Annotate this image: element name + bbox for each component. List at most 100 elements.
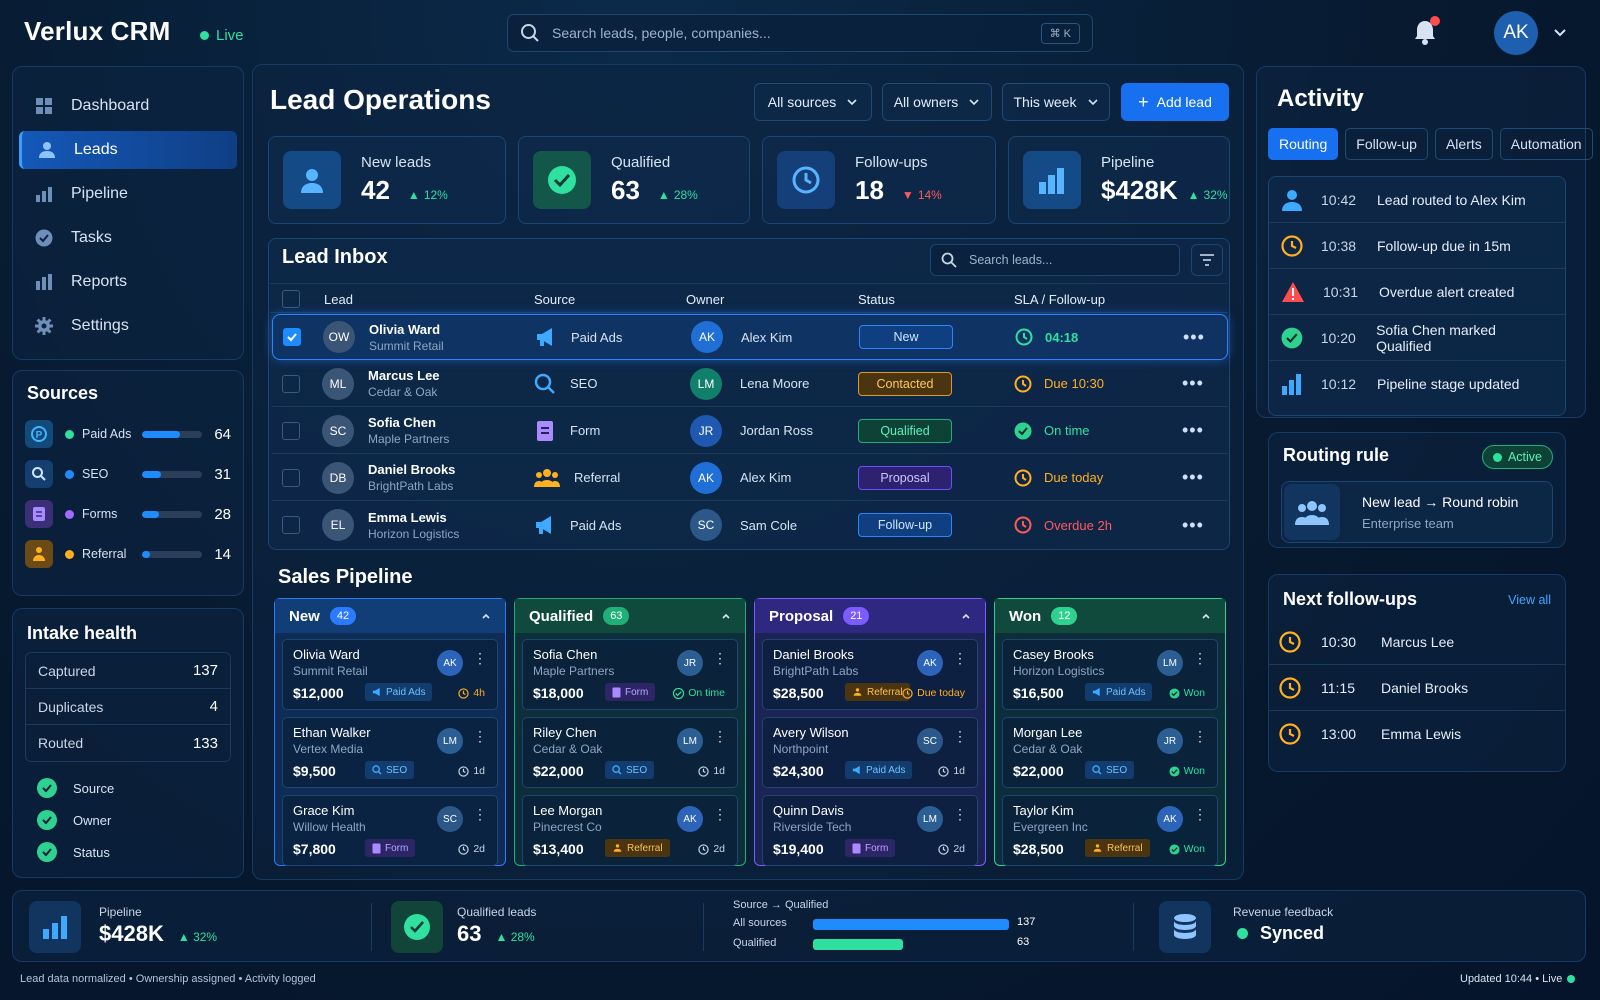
inbox-filter-button[interactable] <box>1191 244 1223 276</box>
sidebar-item-leads[interactable]: Leads <box>19 131 237 169</box>
status-badge[interactable]: Proposal <box>858 465 952 490</box>
add-lead-button[interactable]: + Add lead <box>1121 83 1229 121</box>
column-header[interactable]: Lead <box>324 292 353 307</box>
more-vertical-icon[interactable]: ⋮ <box>1193 728 1207 745</box>
lead-name[interactable]: Olivia Ward <box>369 322 440 337</box>
status-badge[interactable]: Contacted <box>858 371 952 396</box>
sidebar-item-pipeline[interactable]: Pipeline <box>19 175 237 213</box>
sidebar-item-settings[interactable]: Settings <box>19 307 237 345</box>
chevron-up-icon[interactable] <box>1201 611 1211 621</box>
activity-item[interactable]: 10:38 Follow-up due in 15m <box>1269 223 1565 269</box>
deal-card[interactable]: Lee Morgan Pinecrest Co $13,400 AK ⋮ Referral… <box>522 795 738 866</box>
row-more-icon[interactable]: ••• <box>1182 502 1204 548</box>
followup-item[interactable]: 10:30 Marcus Lee <box>1269 619 1565 665</box>
status-badge[interactable]: New <box>859 325 953 349</box>
deal-card[interactable]: Olivia Ward Summit Retail $12,000 AK ⋮ Paid A… <box>282 639 498 710</box>
lead-name[interactable]: Emma Lewis <box>368 510 447 525</box>
sidebar-item-dashboard[interactable]: Dashboard <box>19 87 237 125</box>
view-all-link[interactable]: View all <box>1508 593 1551 607</box>
deal-card[interactable]: Grace Kim Willow Health $7,800 SC ⋮ Form 2d <box>282 795 498 866</box>
activity-item[interactable]: 10:12 Pipeline stage updated <box>1269 361 1565 407</box>
activity-item[interactable]: 10:42 Lead routed to Alex Kim <box>1269 177 1565 223</box>
activity-item[interactable]: 10:20 Sofia Chen marked Qualified <box>1269 315 1565 361</box>
user-avatar[interactable]: AK <box>1494 11 1538 55</box>
source-row-referral[interactable]: Referral 14 <box>13 534 243 574</box>
deal-card[interactable]: Taylor Kim Evergreen Inc $28,500 AK ⋮ Referra… <box>1002 795 1218 866</box>
deal-card[interactable]: Daniel Brooks BrightPath Labs $28,500 AK ⋮ Re… <box>762 639 978 710</box>
row-checkbox[interactable] <box>282 516 300 534</box>
table-row[interactable]: SC Sofia Chen Maple Partners Form JR Jorda… <box>272 408 1228 454</box>
more-vertical-icon[interactable]: ⋮ <box>713 650 727 667</box>
table-row[interactable]: ML Marcus Lee Cedar & Oak SEO LM Lena Moor… <box>272 361 1228 407</box>
status-badge[interactable]: Follow-up <box>858 513 952 537</box>
more-vertical-icon[interactable]: ⋮ <box>953 728 967 745</box>
activity-item[interactable]: 10:31 Overdue alert created <box>1269 269 1565 315</box>
row-checkbox[interactable] <box>282 374 300 393</box>
filter-owners[interactable]: All owners <box>882 83 992 121</box>
deal-card[interactable]: Casey Brooks Horizon Logistics $16,500 LM ⋮ P… <box>1002 639 1218 710</box>
deal-card[interactable]: Quinn Davis Riverside Tech $19,400 LM ⋮ Form 2… <box>762 795 978 866</box>
filter-date-range[interactable]: This week <box>1002 83 1110 121</box>
more-vertical-icon[interactable]: ⋮ <box>1193 650 1207 667</box>
pipeline-column-header[interactable]: Qualified 63 <box>515 599 745 633</box>
more-vertical-icon[interactable]: ⋮ <box>1193 806 1207 823</box>
source-row-seo[interactable]: SEO 31 <box>13 454 243 494</box>
lead-name[interactable]: Daniel Brooks <box>368 462 455 477</box>
column-header[interactable]: Owner <box>686 292 724 307</box>
lead-name[interactable]: Marcus Lee <box>368 368 440 383</box>
followup-item[interactable]: 13:00 Emma Lewis <box>1269 711 1565 757</box>
deal-card[interactable]: Sofia Chen Maple Partners $18,000 JR ⋮ Form On… <box>522 639 738 710</box>
more-vertical-icon[interactable]: ⋮ <box>473 728 487 745</box>
deal-card[interactable]: Morgan Lee Cedar & Oak $22,000 JR ⋮ SEO Won <box>1002 717 1218 788</box>
pipeline-column-header[interactable]: Proposal 21 <box>755 599 985 633</box>
more-vertical-icon[interactable]: ⋮ <box>953 650 967 667</box>
chevron-up-icon[interactable] <box>721 611 731 621</box>
routing-rule-card[interactable]: New lead → Round robin Enterprise team <box>1281 481 1553 543</box>
tab-follow-up[interactable]: Follow-up <box>1345 128 1428 160</box>
more-vertical-icon[interactable]: ⋮ <box>713 728 727 745</box>
select-all-checkbox[interactable] <box>282 290 300 308</box>
table-row[interactable]: EL Emma Lewis Horizon Logistics Paid Ads … <box>272 502 1228 548</box>
chevron-up-icon[interactable] <box>481 611 491 621</box>
column-header[interactable]: SLA / Follow-up <box>1014 292 1105 307</box>
sidebar-item-reports[interactable]: Reports <box>19 263 237 301</box>
pipeline-column-header[interactable]: New 42 <box>275 599 505 633</box>
notifications-button[interactable] <box>1412 16 1440 46</box>
source-row-forms[interactable]: Forms 28 <box>13 494 243 534</box>
row-more-icon[interactable]: ••• <box>1182 408 1204 453</box>
more-vertical-icon[interactable]: ⋮ <box>713 806 727 823</box>
row-checkbox[interactable] <box>282 421 300 440</box>
row-checkbox[interactable] <box>282 468 300 487</box>
tab-automation[interactable]: Automation <box>1499 128 1593 160</box>
more-vertical-icon[interactable]: ⋮ <box>473 650 487 667</box>
more-vertical-icon[interactable]: ⋮ <box>473 806 487 823</box>
chevron-up-icon[interactable] <box>961 611 971 621</box>
column-header[interactable]: Source <box>534 292 575 307</box>
sidebar-item-tasks[interactable]: Tasks <box>19 219 237 257</box>
table-row[interactable]: OW Olivia Ward Summit Retail Paid Ads AK A… <box>272 314 1228 360</box>
deal-card[interactable]: Riley Chen Cedar & Oak $22,000 LM ⋮ SEO 1d <box>522 717 738 788</box>
tab-alerts[interactable]: Alerts <box>1434 128 1493 160</box>
conversion-bar-all <box>813 919 1009 930</box>
pipeline-column-header[interactable]: Won 12 <box>995 599 1225 633</box>
lead-name[interactable]: Sofia Chen <box>368 415 436 430</box>
tab-routing[interactable]: Routing <box>1268 128 1339 160</box>
global-search[interactable]: ⌘ K <box>507 14 1093 52</box>
row-more-icon[interactable]: ••• <box>1182 455 1204 500</box>
row-more-icon[interactable]: ••• <box>1182 361 1204 406</box>
source-row-paid-ads[interactable]: P Paid Ads 64 <box>13 414 243 454</box>
more-vertical-icon[interactable]: ⋮ <box>953 806 967 823</box>
column-header[interactable]: Status <box>858 292 895 307</box>
routing-status-badge[interactable]: Active <box>1481 445 1553 469</box>
inbox-search[interactable]: Search leads... <box>930 244 1180 276</box>
row-checkbox[interactable] <box>283 328 301 346</box>
deal-card[interactable]: Ethan Walker Vertex Media $9,500 LM ⋮ SEO 1d <box>282 717 498 788</box>
row-more-icon[interactable]: ••• <box>1183 315 1205 359</box>
filter-sources[interactable]: All sources <box>754 83 872 121</box>
global-search-input[interactable] <box>552 25 1029 41</box>
table-row[interactable]: DB Daniel Brooks BrightPath Labs Referral… <box>272 455 1228 501</box>
chevron-down-icon[interactable] <box>1552 25 1568 41</box>
status-badge[interactable]: Qualified <box>858 418 952 443</box>
deal-card[interactable]: Avery Wilson Northpoint $24,300 SC ⋮ Paid Ads… <box>762 717 978 788</box>
followup-item[interactable]: 11:15 Daniel Brooks <box>1269 665 1565 711</box>
